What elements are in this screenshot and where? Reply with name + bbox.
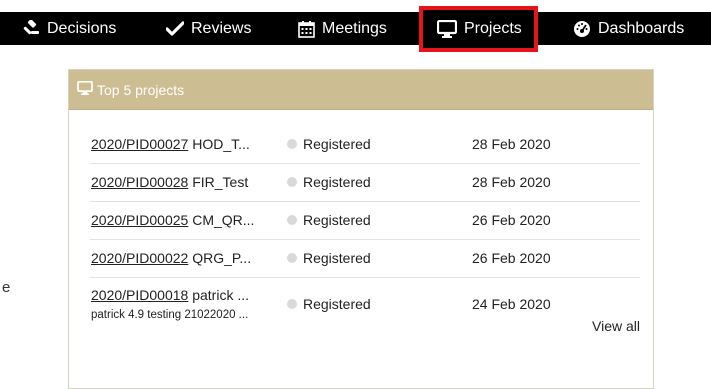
gavel-icon bbox=[22, 19, 40, 38]
nav-item-projects[interactable]: Projects bbox=[419, 6, 538, 52]
nav-item-label: Meetings bbox=[322, 19, 387, 37]
status-cell: Registered bbox=[287, 136, 371, 152]
status-cell: Registered bbox=[287, 174, 371, 190]
nav-item-meetings[interactable]: Meetings bbox=[298, 12, 387, 45]
project-row: 2020/PID00022 QRG_P... Registered 26 Feb… bbox=[90, 240, 640, 278]
clipped-text: e bbox=[2, 279, 11, 296]
nav-item-label: Projects bbox=[464, 20, 522, 37]
status-dot-icon bbox=[287, 177, 297, 187]
status-label: Registered bbox=[303, 296, 371, 312]
project-row: 2020/PID00025 CM_QR... Registered 26 Feb… bbox=[90, 202, 640, 240]
clipped-left-text: e bbox=[0, 279, 12, 301]
project-name: FIR_Test bbox=[192, 174, 249, 190]
date-cell: 28 Feb 2020 bbox=[472, 136, 551, 152]
status-dot-icon bbox=[287, 139, 297, 149]
project-name-cell: 2020/PID00018 patrick ... bbox=[91, 287, 285, 303]
project-name-cell: 2020/PID00022 QRG_P... bbox=[91, 250, 285, 266]
project-id-link[interactable]: 2020/PID00025 bbox=[91, 212, 188, 228]
nav-item-label: Reviews bbox=[191, 19, 252, 37]
project-id-link[interactable]: 2020/PID00027 bbox=[91, 136, 188, 152]
date-cell: 28 Feb 2020 bbox=[472, 174, 551, 190]
project-id-link[interactable]: 2020/PID00018 bbox=[91, 287, 188, 303]
top-projects-panel: Top 5 projects 2020/PID00027 HOD_T... Re… bbox=[68, 69, 654, 389]
project-name: QRG_P... bbox=[192, 250, 252, 266]
status-label: Registered bbox=[303, 174, 371, 190]
status-cell: Registered bbox=[287, 250, 371, 266]
date-cell: 26 Feb 2020 bbox=[472, 212, 551, 228]
nav-item-label: Dashboards bbox=[598, 19, 685, 37]
dashboard-gauge-icon bbox=[573, 20, 591, 38]
calendar-icon bbox=[298, 20, 315, 38]
status-label: Registered bbox=[303, 212, 371, 228]
project-name-cell: 2020/PID00028 FIR_Test bbox=[91, 174, 285, 190]
nav-item-label: Decisions bbox=[47, 19, 117, 37]
project-row: 2020/PID00027 HOD_T... Registered 28 Feb… bbox=[90, 126, 640, 164]
status-label: Registered bbox=[303, 136, 371, 152]
status-label: Registered bbox=[303, 250, 371, 266]
date-cell: 26 Feb 2020 bbox=[472, 250, 551, 266]
project-description: patrick 4.9 testing 21022020 ... bbox=[91, 309, 249, 321]
nav-item-decisions[interactable]: Decisions bbox=[22, 12, 116, 45]
project-name-cell: 2020/PID00027 HOD_T... bbox=[91, 136, 285, 152]
date-cell: 24 Feb 2020 bbox=[472, 296, 551, 312]
view-all-link[interactable]: View all bbox=[592, 318, 640, 334]
monitor-icon bbox=[437, 20, 457, 38]
project-name: HOD_T... bbox=[192, 136, 250, 152]
project-row: 2020/PID00028 FIR_Test Registered 28 Feb… bbox=[90, 164, 640, 202]
panel-header: Top 5 projects bbox=[69, 70, 653, 110]
project-name: CM_QR... bbox=[192, 212, 255, 228]
status-cell: Registered bbox=[287, 296, 371, 312]
project-name: patrick ... bbox=[192, 287, 249, 303]
status-dot-icon bbox=[287, 215, 297, 225]
checkmark-icon bbox=[166, 20, 184, 37]
panel-title: Top 5 projects bbox=[97, 81, 185, 98]
status-cell: Registered bbox=[287, 212, 371, 228]
project-list: 2020/PID00027 HOD_T... Registered 28 Feb… bbox=[90, 126, 640, 330]
project-id-link[interactable]: 2020/PID00022 bbox=[91, 250, 188, 266]
project-row: 2020/PID00018 patrick ... patrick 4.9 te… bbox=[90, 278, 640, 330]
project-id-link[interactable]: 2020/PID00028 bbox=[91, 174, 188, 190]
monitor-icon bbox=[77, 80, 93, 98]
top-navbar: Decisions Reviews Meetings Projects Dash… bbox=[0, 0, 711, 58]
project-name-cell: 2020/PID00025 CM_QR... bbox=[91, 212, 285, 228]
status-dot-icon bbox=[287, 299, 297, 309]
nav-item-dashboards[interactable]: Dashboards bbox=[573, 12, 684, 45]
status-dot-icon bbox=[287, 253, 297, 263]
nav-item-reviews[interactable]: Reviews bbox=[166, 12, 251, 45]
